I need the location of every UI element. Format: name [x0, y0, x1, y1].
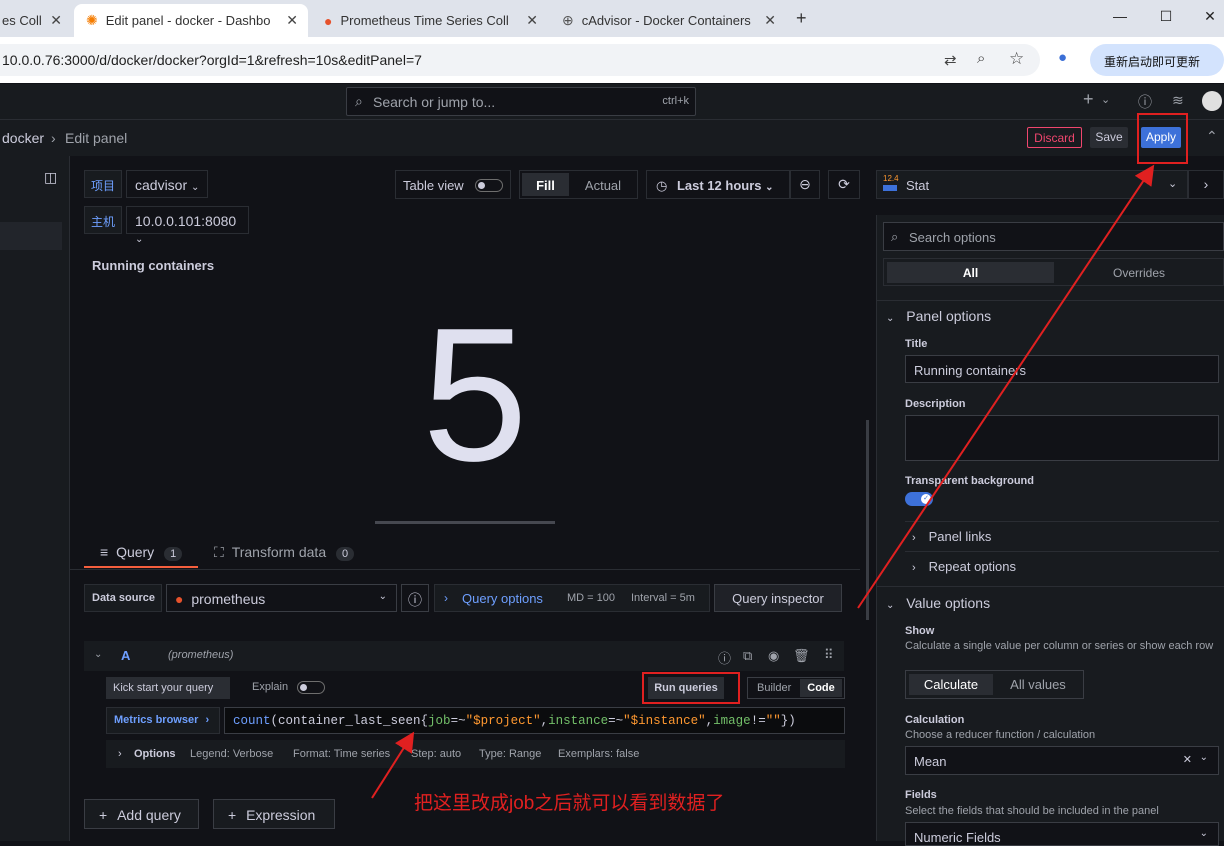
annotation-arrow-job [371, 731, 415, 799]
annotation-arrows [371, 164, 1155, 799]
annotation-arrow-apply [857, 164, 1155, 609]
annotation-text: 把这里改成job之后就可以看到数据了 [414, 793, 725, 814]
